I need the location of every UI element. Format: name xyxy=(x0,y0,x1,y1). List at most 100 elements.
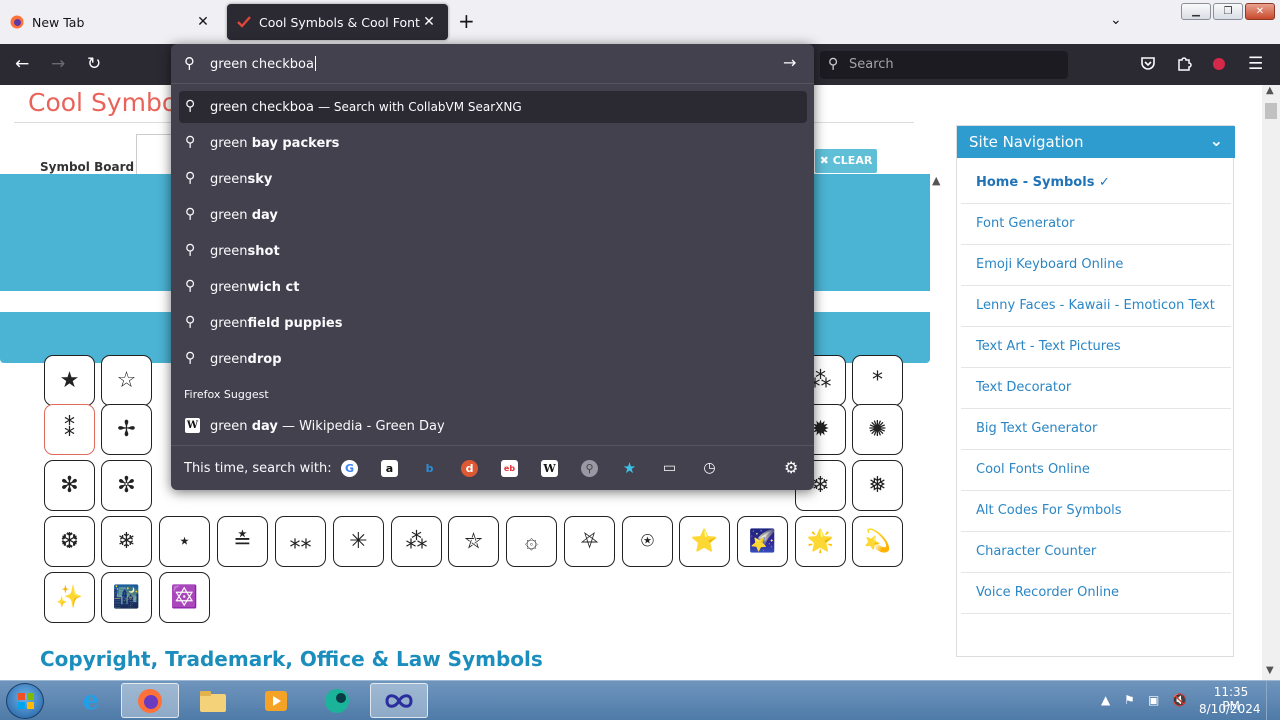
close-tab-icon[interactable]: ✕ xyxy=(194,14,212,30)
scroll-up-arrow-icon[interactable]: ▲ xyxy=(932,174,940,187)
site-navigation-header[interactable]: Site Navigation ⌄ xyxy=(957,126,1235,158)
network-icon[interactable]: ▣ xyxy=(1148,693,1159,707)
symbol-button[interactable]: ⁎⁎ xyxy=(275,516,326,567)
suggestion-item[interactable]: ⚲ greendrop xyxy=(179,343,807,375)
tab-new-tab[interactable]: New Tab ✕ xyxy=(0,4,222,40)
tabs-icon[interactable]: ▭ xyxy=(661,460,678,477)
wikipedia-suggestion[interactable]: W green day — Wikipedia - Green Day xyxy=(179,410,807,442)
start-button[interactable] xyxy=(6,683,44,719)
ebay-icon[interactable]: eb xyxy=(501,460,518,477)
suggestion-item[interactable]: ⚲ green bay packers xyxy=(179,127,807,159)
extensions-puzzle-icon[interactable] xyxy=(1176,55,1192,75)
sitenav-link[interactable]: Big Text Generator xyxy=(961,409,1231,450)
addon-icon[interactable] xyxy=(1211,55,1227,75)
sitenav-link[interactable]: Lenny Faces - Kawaii - Emoticon Text xyxy=(961,286,1231,327)
symbol-button[interactable]: ✻ xyxy=(44,460,95,511)
symbol-button[interactable]: ⁑ xyxy=(44,404,95,455)
urlbar[interactable]: ⚲ green checkboa → xyxy=(171,44,814,84)
hamburger-menu-icon[interactable]: ☰ xyxy=(1248,55,1263,73)
chevron-down-icon[interactable]: ⌄ xyxy=(1210,131,1223,150)
clock-date[interactable]: 8/10/2024 xyxy=(1199,702,1261,716)
google-icon[interactable]: G xyxy=(341,460,358,477)
list-all-tabs-chevron-icon[interactable]: ⌄ xyxy=(1110,12,1122,28)
symbol-button[interactable]: ✨ xyxy=(44,572,95,623)
action-center-flag-icon[interactable]: ⚑ xyxy=(1124,693,1135,707)
reload-icon[interactable]: ↻ xyxy=(87,54,101,74)
symbol-button[interactable]: ⋆ xyxy=(159,516,210,567)
suggestion-item[interactable]: ⚲ greensky xyxy=(179,163,807,195)
symbol-button[interactable]: ❆ xyxy=(44,516,95,567)
symbol-button[interactable]: ✳ xyxy=(333,516,384,567)
urlbar-input[interactable]: green checkboa xyxy=(210,56,316,72)
suggestion-item[interactable]: ⚲ green checkboa — Search with CollabVM S… xyxy=(179,91,807,123)
scrollbar-thumb[interactable] xyxy=(1265,103,1277,119)
firefox-taskbar-item[interactable] xyxy=(121,683,179,718)
forward-arrow-icon[interactable]: → xyxy=(51,54,65,74)
symbol-board-tab[interactable] xyxy=(136,134,176,174)
symbol-button[interactable]: 🌟 xyxy=(795,516,846,567)
sitenav-link[interactable]: Character Counter xyxy=(961,532,1231,573)
app-taskbar-item[interactable] xyxy=(308,683,366,718)
suggestion-item[interactable]: ⚲ green day xyxy=(179,199,807,231)
window-restore-button[interactable]: ❐ xyxy=(1213,3,1243,20)
scroll-up-arrow-icon[interactable]: ▲ xyxy=(1266,85,1274,96)
sitenav-link[interactable]: Font Generator xyxy=(961,204,1231,245)
sitenav-link[interactable]: Home - Symbols ✓ xyxy=(961,163,1231,204)
internet-explorer-taskbar-item[interactable]: e xyxy=(62,683,120,718)
symbol-button[interactable]: ⛧ xyxy=(564,516,615,567)
clear-button[interactable]: ✖ CLEAR xyxy=(815,149,877,173)
window-minimize-button[interactable]: ▁ xyxy=(1181,3,1211,20)
show-hidden-icons-chevron-icon[interactable]: ▲ xyxy=(1101,693,1110,707)
bing-icon[interactable]: b xyxy=(421,460,438,477)
sitenav-link[interactable]: Text Art - Text Pictures xyxy=(961,327,1231,368)
go-arrow-icon[interactable]: → xyxy=(783,53,796,72)
show-desktop-button[interactable] xyxy=(1266,681,1280,720)
symbol-button[interactable]: ⁂ xyxy=(391,516,442,567)
bookmarks-star-icon[interactable]: ★ xyxy=(621,460,638,477)
symbol-button[interactable]: 🌠 xyxy=(737,516,788,567)
duckduckgo-icon[interactable]: d xyxy=(461,460,478,477)
gear-icon[interactable]: ⚙ xyxy=(784,458,798,477)
symbol-button[interactable]: ⭐ xyxy=(679,516,730,567)
symbol-button[interactable]: ⛥ xyxy=(448,516,499,567)
symbol-button[interactable]: 🔯 xyxy=(159,572,210,623)
file-explorer-taskbar-item[interactable] xyxy=(184,683,242,718)
sitenav-link[interactable]: Text Decorator xyxy=(961,368,1231,409)
symbol-button[interactable]: 🌃 xyxy=(101,572,152,623)
symbol-button[interactable]: ⍟ xyxy=(622,516,673,567)
history-clock-icon[interactable]: ◷ xyxy=(701,460,718,477)
symbol-button[interactable]: * xyxy=(852,355,903,406)
media-player-taskbar-item[interactable] xyxy=(247,683,305,718)
scroll-down-arrow-icon[interactable]: ▼ xyxy=(1266,665,1274,676)
symbol-button[interactable]: ✺ xyxy=(852,404,903,455)
amazon-icon[interactable]: a xyxy=(381,460,398,477)
wikipedia-engine-icon[interactable]: W xyxy=(541,460,558,477)
symbol-button[interactable]: ★ xyxy=(44,355,95,406)
suggestion-item[interactable]: ⚲ greenfield puppies xyxy=(179,307,807,339)
sitenav-link[interactable]: Emoji Keyboard Online xyxy=(961,245,1231,286)
symbol-button[interactable]: ❄ xyxy=(101,516,152,567)
sitenav-link[interactable]: Alt Codes For Symbols xyxy=(961,491,1231,532)
symbol-button[interactable]: 💫 xyxy=(852,516,903,567)
symbol-button[interactable]: ✢ xyxy=(101,404,152,455)
app-taskbar-item-active[interactable] xyxy=(370,683,428,718)
pocket-icon[interactable] xyxy=(1140,55,1156,75)
symbol-button[interactable]: ۞ xyxy=(506,516,557,567)
symbol-button[interactable]: ❅ xyxy=(852,460,903,511)
symbol-button[interactable]: ☆ xyxy=(101,355,152,406)
suggestion-item[interactable]: ⚲ greenshot xyxy=(179,235,807,267)
sitenav-link[interactable]: Cool Fonts Online xyxy=(961,450,1231,491)
page-scrollbar[interactable]: ▲ ▼ xyxy=(1262,85,1280,680)
symbol-board-label[interactable]: Symbol Board xyxy=(40,160,134,174)
new-tab-plus-icon[interactable]: + xyxy=(458,11,475,31)
volume-muted-icon[interactable]: 🔇 xyxy=(1172,693,1187,707)
tab-cool-symbols[interactable]: Cool Symbols & Cool Fonts - Sy ✕ xyxy=(227,4,448,40)
symbol-button[interactable]: ✼ xyxy=(101,460,152,511)
back-arrow-icon[interactable]: ← xyxy=(15,54,29,74)
sitenav-link[interactable]: Voice Recorder Online xyxy=(961,573,1231,614)
suggestion-item[interactable]: ⚲ greenwich ct xyxy=(179,271,807,303)
search-bar[interactable]: ⚲ Search xyxy=(820,51,1068,79)
symbol-button[interactable]: ≛ xyxy=(217,516,268,567)
close-tab-icon[interactable]: ✕ xyxy=(420,14,438,30)
window-close-button[interactable]: ✕ xyxy=(1245,3,1275,20)
